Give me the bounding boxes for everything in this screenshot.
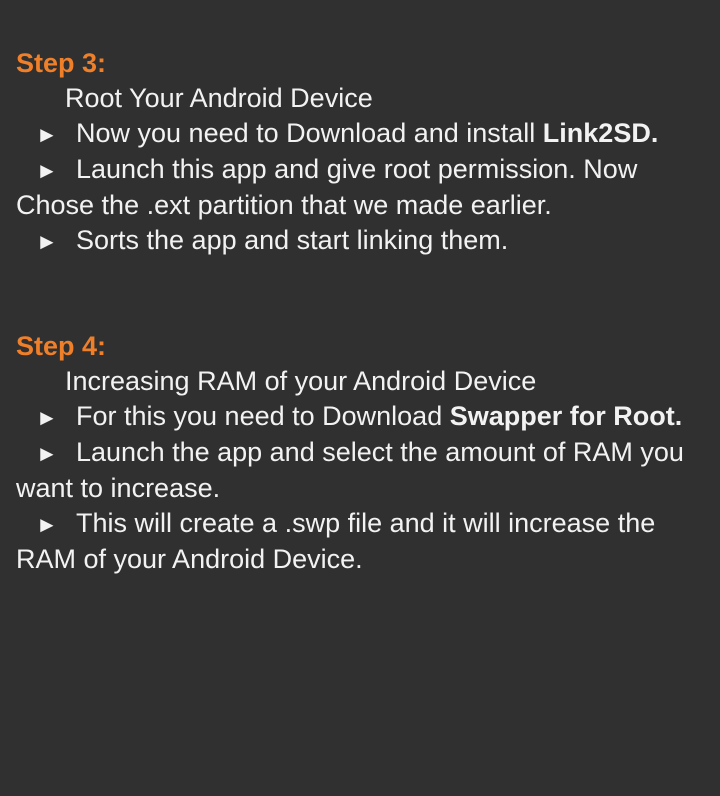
- app-name-swapper: Swapper for Root.: [449, 401, 683, 431]
- bullet-icon: ►: [36, 158, 58, 183]
- list-item-text: Now you need to Download and install: [76, 118, 543, 148]
- list-item: ► Launch the app and select the amount of…: [16, 435, 716, 506]
- list-item: ► For this you need to Download Swapper f…: [16, 399, 716, 435]
- step-subtitle: Root Your Android Device: [65, 83, 373, 113]
- step-subtitle: Increasing RAM of your Android Device: [65, 366, 537, 396]
- bullet-icon: ►: [36, 405, 58, 430]
- article-content: Step 3: Root Your Android Device ► Now yo…: [16, 46, 716, 577]
- bullet-icon: ►: [36, 122, 58, 147]
- bullet-icon: ►: [36, 441, 58, 466]
- step-3-section: Step 3: Root Your Android Device ► Now yo…: [16, 46, 716, 259]
- list-item: ► Launch this app and give root permissio…: [16, 152, 716, 223]
- step-heading: Step 4:: [16, 331, 107, 361]
- bullet-icon: ►: [36, 229, 58, 254]
- step-4-section: Step 4: Increasing RAM of your Android D…: [16, 329, 716, 577]
- list-item-text: This will create a .swp file and it will…: [16, 508, 656, 574]
- list-item: ► This will create a .swp file and it wil…: [16, 506, 716, 577]
- list-item: ► Sorts the app and start linking them.: [16, 223, 716, 259]
- app-name-link2sd: Link2SD.: [542, 118, 659, 148]
- step-heading: Step 3:: [16, 48, 107, 78]
- list-item-text: Sorts the app and start linking them.: [76, 225, 509, 255]
- list-item-text: For this you need to Download: [76, 401, 450, 431]
- bullet-icon: ►: [36, 512, 58, 537]
- list-item: ► Now you need to Download and install Li…: [16, 116, 716, 152]
- list-item-text: Launch this app and give root permission…: [16, 154, 638, 220]
- list-item-text: Launch the app and select the amount of …: [16, 437, 684, 503]
